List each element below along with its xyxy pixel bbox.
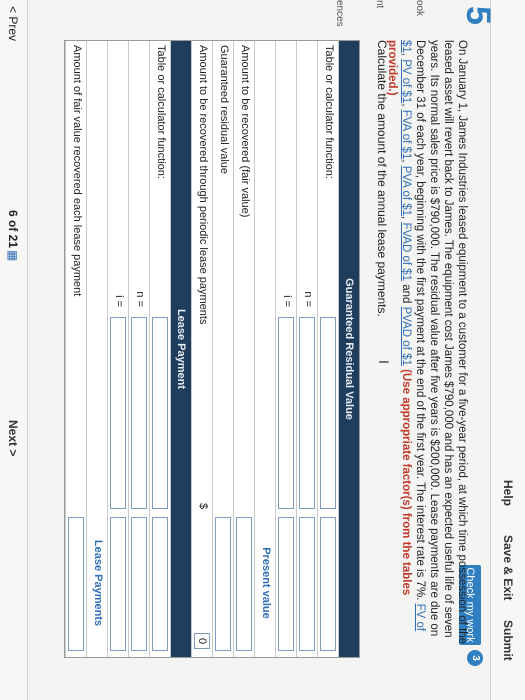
fair-value-recovered-input[interactable]	[68, 517, 84, 651]
amount-periodic-label: Amount to be recovered through periodic …	[197, 45, 209, 325]
n-row-2: n =	[128, 41, 149, 657]
guaranteed-residual-row: Guaranteed residual value	[212, 41, 233, 657]
table-fn-label-2: Table or calculator function:	[155, 45, 167, 179]
i-label-2: i =	[113, 295, 125, 307]
next-button[interactable]: Next >	[6, 420, 20, 456]
present-value-header-row: Present value	[254, 41, 275, 657]
question-number: 5	[459, 6, 497, 25]
table-fn-label: Table or calculator function:	[323, 45, 335, 179]
side-item-ebook[interactable]: ook	[385, 0, 425, 20]
screen: Help Save & Exit Submit Check my work 3 …	[0, 0, 525, 700]
lease-payment-header: Lease Payment	[170, 41, 191, 657]
guaranteed-residual-label: Guaranteed residual value	[218, 45, 230, 175]
submit-link[interactable]: Submit	[501, 620, 515, 661]
n-row: n =	[296, 41, 317, 657]
lease-table: Guaranteed Residual Value Table or calcu…	[64, 40, 360, 658]
i-label: i =	[281, 295, 293, 307]
grid-icon[interactable]: ▦	[6, 250, 20, 261]
footer-nav: < Prev 6 of 21 ▦ Next >	[0, 0, 28, 700]
help-link[interactable]: Help	[501, 480, 515, 506]
table-fn-row-2: Table or calculator function:	[149, 41, 170, 657]
link-fva[interactable]: FVA of $1	[400, 110, 412, 160]
table-fn-select[interactable]	[320, 317, 336, 509]
n-value[interactable]	[299, 517, 315, 651]
i-input[interactable]	[278, 317, 294, 509]
n-value-2[interactable]	[131, 517, 147, 651]
n-label: n =	[302, 291, 314, 307]
dollar-sign: $	[197, 503, 209, 510]
problem-statement: On January 1, James Industries leased eq…	[386, 40, 468, 645]
attempts-badge: 3	[467, 650, 483, 666]
table-fn-value[interactable]	[320, 517, 336, 651]
lease-payments-header-row: Lease Payments	[86, 41, 107, 657]
text-cursor-icon: I	[376, 360, 392, 364]
fair-value-recovered-row: Amount of fair value recovered each leas…	[65, 41, 86, 657]
link-fvad[interactable]: FVAD of $1	[400, 222, 412, 281]
calc-instruction: Calculate the amount of the annual lease…	[375, 40, 389, 317]
side-nav: ook nt ences	[305, 0, 425, 27]
table-fn-row: Table or calculator function:	[317, 41, 338, 657]
periodic-total: 0	[194, 633, 210, 649]
link-pva[interactable]: PVA of $1	[400, 166, 412, 216]
i-value-2[interactable]	[110, 517, 126, 651]
i-row-2: i =	[107, 41, 128, 657]
i-input-2[interactable]	[110, 317, 126, 509]
amount-recovered-input[interactable]	[236, 517, 252, 651]
n-label-2: n =	[134, 291, 146, 307]
page-indicator: 6 of 21	[6, 210, 20, 249]
n-input-2[interactable]	[131, 317, 147, 509]
side-item-references[interactable]: ences	[305, 0, 345, 27]
amount-periodic-row: Amount to be recovered through periodic …	[191, 41, 212, 657]
lease-payments-header: Lease Payments	[92, 539, 104, 627]
grv-header: Guaranteed Residual Value	[338, 41, 359, 657]
save-exit-link[interactable]: Save & Exit	[501, 535, 515, 600]
i-value[interactable]	[278, 517, 294, 651]
side-item-print[interactable]: nt	[345, 0, 385, 20]
problem-text: On January 1, James Industries leased eq…	[414, 40, 468, 645]
link-pv[interactable]: PV of $1	[400, 59, 412, 103]
i-row: i =	[275, 41, 296, 657]
fair-value-recovered-label: Amount of fair value recovered each leas…	[71, 45, 83, 297]
guaranteed-residual-input[interactable]	[215, 517, 231, 651]
amount-recovered-label: Amount to be recovered (fair value)	[239, 45, 251, 218]
present-value-header: Present value	[260, 547, 272, 619]
prev-button[interactable]: < Prev	[6, 6, 20, 41]
amount-recovered-row: Amount to be recovered (fair value)	[233, 41, 254, 657]
table-fn-select-2[interactable]	[152, 317, 168, 509]
link-pvad[interactable]: PVAD of $1	[400, 307, 412, 366]
top-bar: Help Save & Exit Submit	[490, 0, 525, 700]
assignment-page: Help Save & Exit Submit Check my work 3 …	[0, 0, 525, 700]
table-fn-value-2[interactable]	[152, 517, 168, 651]
n-input[interactable]	[299, 317, 315, 509]
link-and: and	[400, 284, 412, 304]
